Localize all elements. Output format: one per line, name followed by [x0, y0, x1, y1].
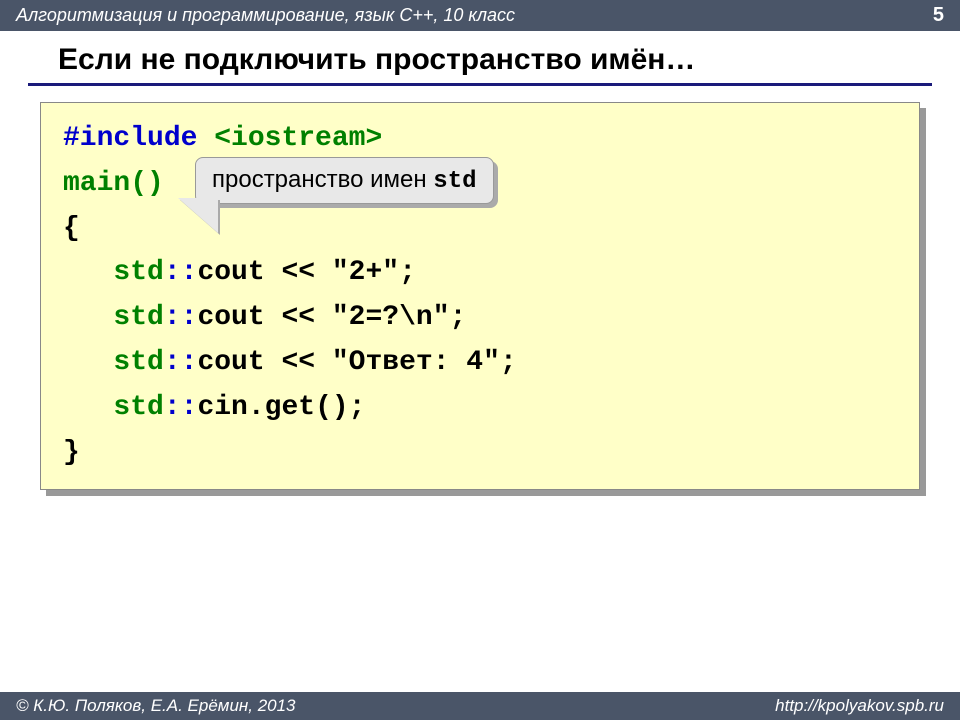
keyword-include: #include: [63, 123, 214, 154]
callout-box: пространство имен std: [195, 157, 494, 204]
scope-sep: ::: [164, 302, 198, 333]
header-bar: Алгоритмизация и программирование, язык …: [0, 0, 960, 31]
callout: пространство имен std: [195, 157, 494, 204]
keyword-std: std: [113, 392, 163, 423]
code-rest: cout << "Ответ: 4";: [197, 347, 516, 378]
keyword-std: std: [113, 257, 163, 288]
scope-sep: ::: [164, 347, 198, 378]
footer-bar: © К.Ю. Поляков, Е.А. Ерёмин, 2013 http:/…: [0, 692, 960, 720]
code-line-7: std::cin.get();: [63, 386, 897, 431]
course-title: Алгоритмизация и программирование, язык …: [16, 5, 515, 26]
keyword-std: std: [113, 302, 163, 333]
code-line-8: }: [63, 431, 897, 476]
code-rest: cin.get();: [197, 392, 365, 423]
code-wrapper: #include <iostream> main() { std::cout <…: [40, 102, 920, 490]
footer-url: http://kpolyakov.spb.ru: [775, 696, 944, 716]
code-line-4: std::cout << "2+";: [63, 251, 897, 296]
keyword-std: std: [113, 347, 163, 378]
code-rest: cout << "2=?\n";: [197, 302, 466, 333]
callout-text: пространство имен: [212, 166, 433, 193]
scope-sep: ::: [164, 392, 198, 423]
scope-sep: ::: [164, 257, 198, 288]
keyword-main: main(): [63, 168, 164, 199]
callout-tail: [178, 198, 218, 233]
slide-title: Если не подключить пространство имён…: [28, 31, 932, 86]
code-line-1: #include <iostream>: [63, 117, 897, 162]
code-line-5: std::cout << "2=?\n";: [63, 296, 897, 341]
footer-authors: © К.Ю. Поляков, Е.А. Ерёмин, 2013: [16, 696, 296, 716]
callout-mono: std: [433, 168, 476, 195]
code-rest: cout << "2+";: [197, 257, 415, 288]
code-line-6: std::cout << "Ответ: 4";: [63, 341, 897, 386]
keyword-iostream: <iostream>: [214, 123, 382, 154]
page-number: 5: [933, 4, 944, 27]
